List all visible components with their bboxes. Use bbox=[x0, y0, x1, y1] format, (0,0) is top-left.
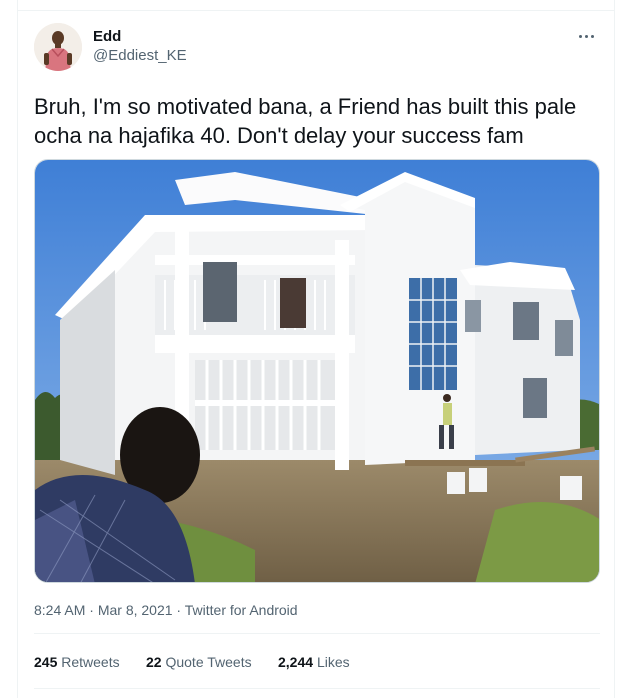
retweet-count: 245 bbox=[34, 654, 58, 670]
likes-label: Likes bbox=[316, 654, 350, 670]
timeline-border-left bbox=[17, 0, 18, 698]
quote-tweets-label: Quote Tweets bbox=[165, 654, 252, 670]
user-handle[interactable]: @Eddiest_KE bbox=[93, 47, 187, 65]
tweet-source-link[interactable]: Twitter for Android bbox=[185, 602, 298, 618]
timeline-border-top bbox=[17, 10, 615, 11]
tweet-time: 8:24 AM bbox=[34, 602, 86, 618]
quote-tweets-link[interactable]: 22 Quote Tweets bbox=[146, 653, 252, 671]
tweet-date: Mar 8, 2021 bbox=[97, 602, 173, 618]
divider bbox=[34, 633, 600, 634]
tweet-timestamp: 8:24 AM · Mar 8, 2021 · Twitter for Andr… bbox=[34, 602, 298, 618]
likes-link[interactable]: 2,244 Likes bbox=[278, 653, 350, 671]
divider bbox=[34, 688, 600, 689]
retweets-link[interactable]: 245 Retweets bbox=[34, 653, 120, 671]
retweets-label: Retweets bbox=[61, 654, 120, 670]
display-name[interactable]: Edd bbox=[93, 28, 121, 46]
timeline-border-right bbox=[614, 0, 615, 698]
tweet-time-link[interactable]: 8:24 AM · Mar 8, 2021 bbox=[34, 602, 173, 618]
tweet-photo[interactable] bbox=[34, 159, 600, 583]
more-horizontal-icon[interactable] bbox=[572, 26, 600, 46]
quote-count: 22 bbox=[146, 654, 162, 670]
tweet-text: Bruh, I'm so motivated bana, a Friend ha… bbox=[34, 94, 577, 148]
like-count: 2,244 bbox=[278, 654, 314, 670]
avatar[interactable] bbox=[34, 23, 82, 71]
